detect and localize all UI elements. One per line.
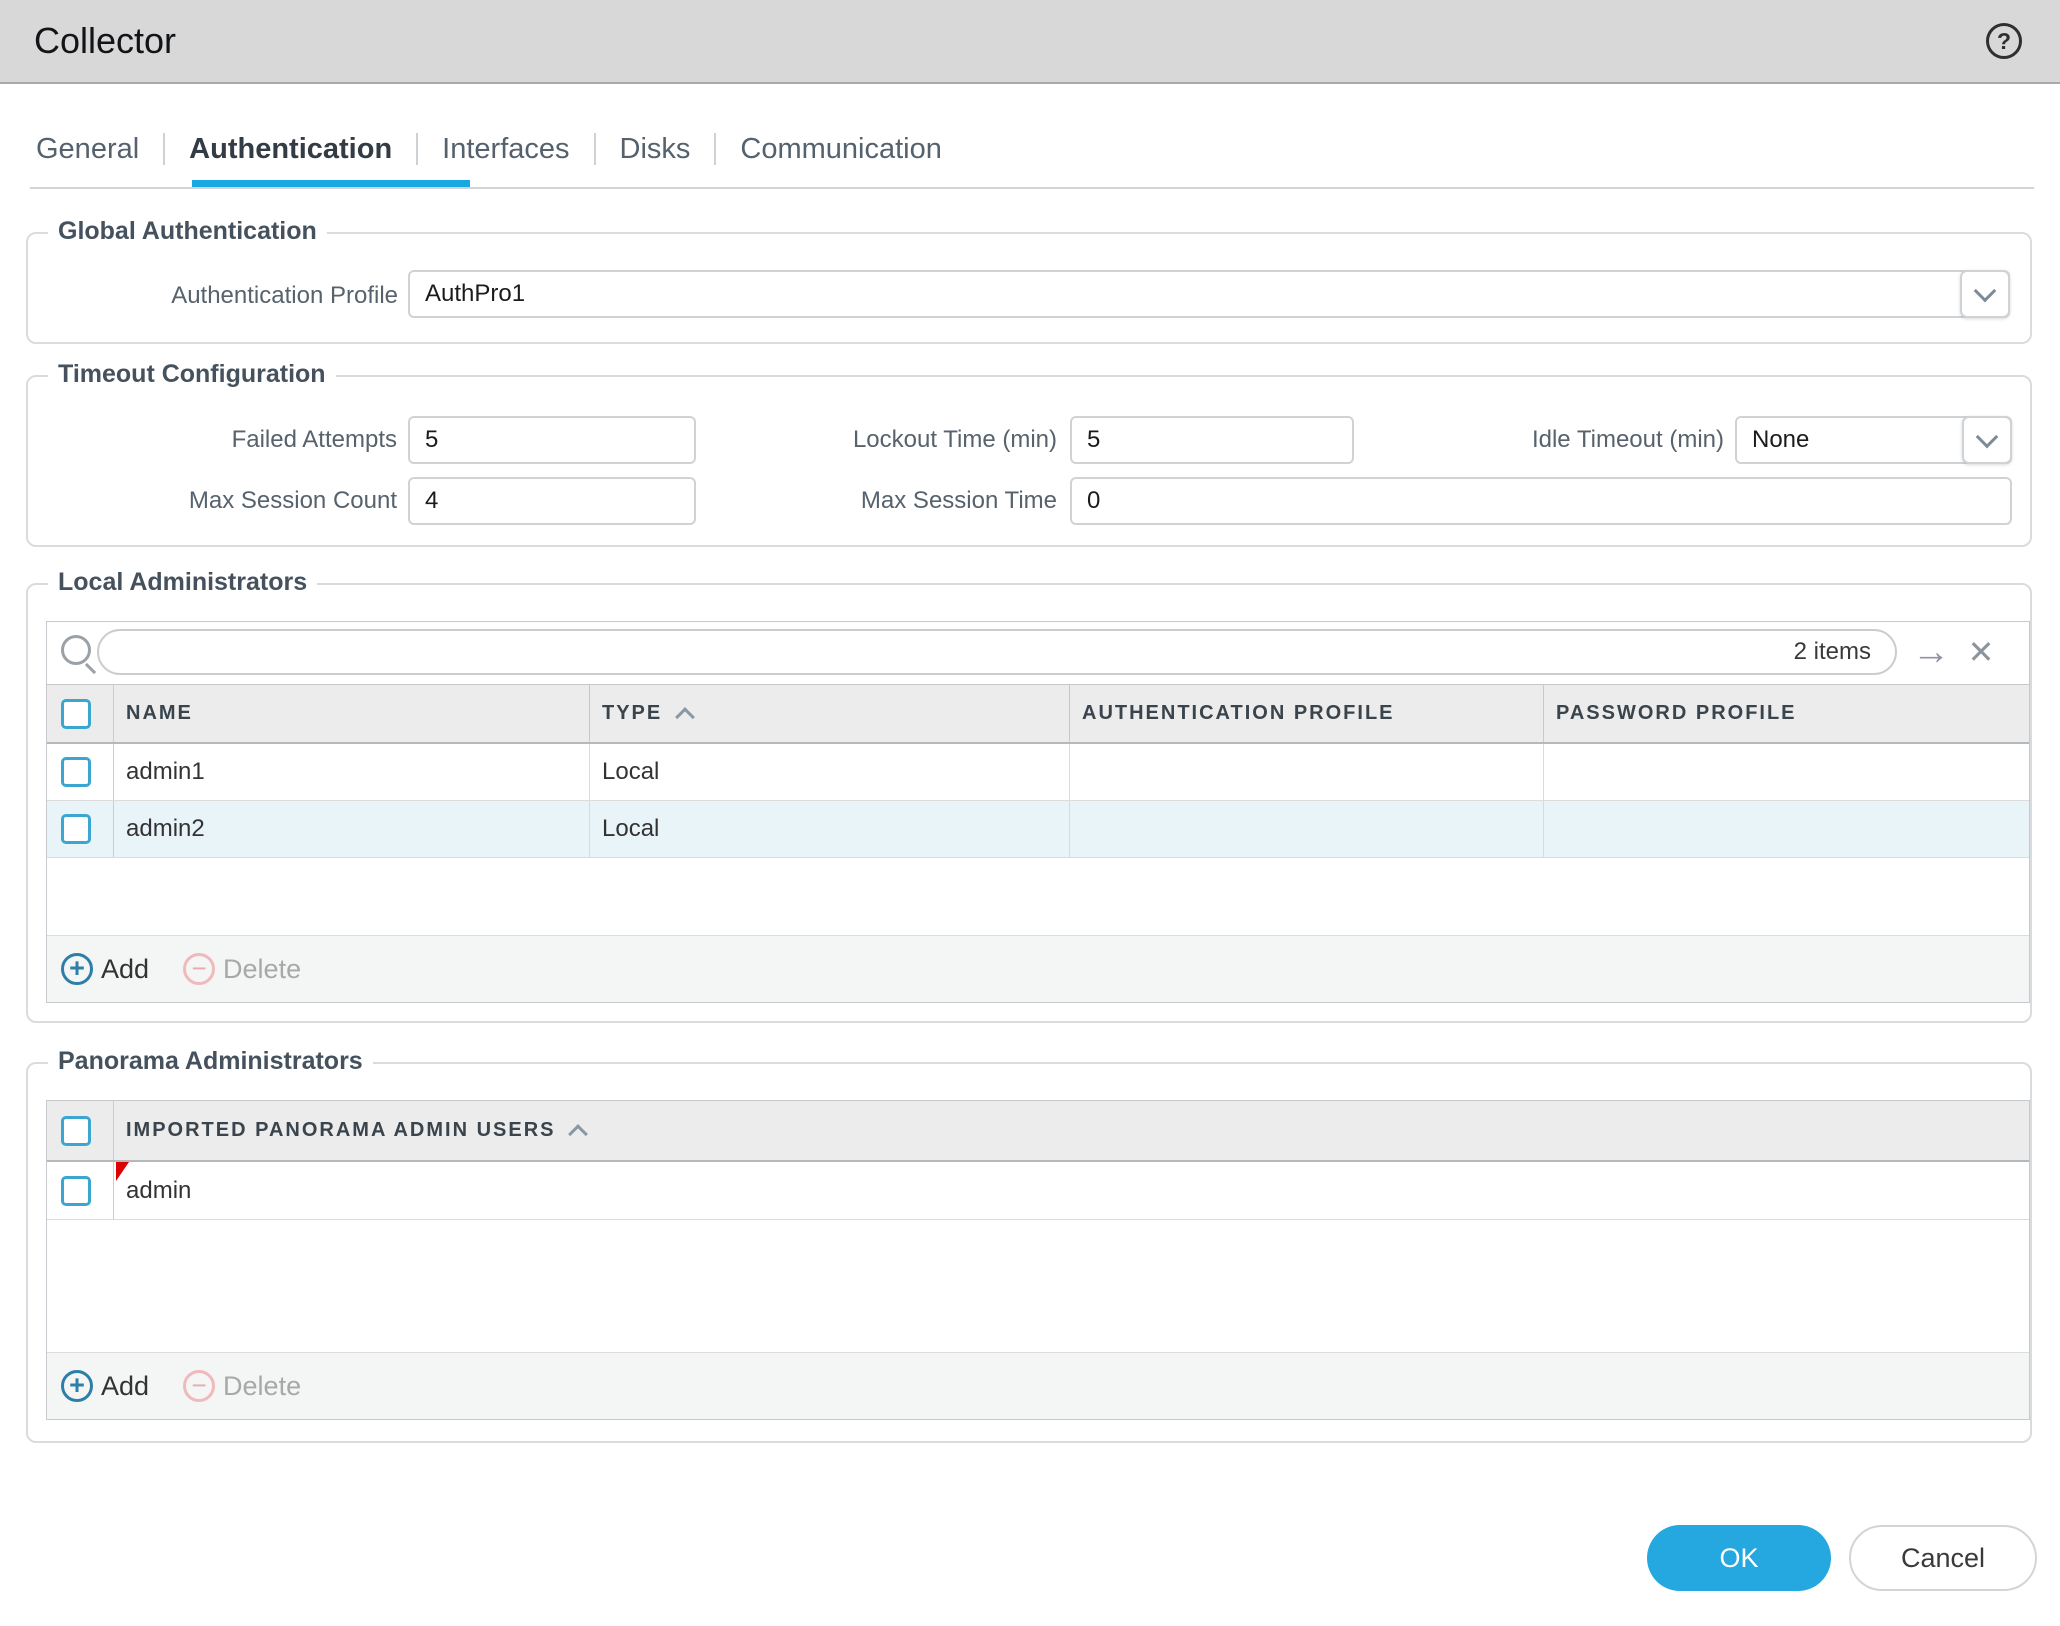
row-select-cell	[47, 744, 114, 800]
table-footer: Add Delete	[47, 1352, 2029, 1419]
tab-separator	[163, 133, 166, 165]
tab-authentication[interactable]: Authentication	[189, 133, 392, 166]
tab-separator	[593, 133, 596, 165]
row-select-cell	[47, 801, 114, 857]
max-session-count-input[interactable]: 4	[408, 477, 696, 525]
local-administrators-table: 2 items NAME TYPE AUTHENTICATION PROFILE…	[46, 621, 2030, 1003]
add-button[interactable]: Add	[101, 954, 149, 985]
failed-attempts-label: Failed Attempts	[231, 426, 397, 453]
cell-type: Local	[590, 801, 1070, 857]
select-all-cell	[47, 1101, 114, 1160]
add-icon[interactable]	[61, 1370, 93, 1402]
tab-general[interactable]: General	[36, 133, 139, 166]
delete-button[interactable]: Delete	[223, 1371, 301, 1402]
column-header-name[interactable]: NAME	[114, 685, 590, 742]
max-session-count-label: Max Session Count	[188, 487, 397, 514]
cell-name: admin	[126, 1176, 192, 1204]
delete-icon[interactable]	[183, 953, 216, 985]
clear-filter-icon[interactable]	[1961, 630, 2001, 674]
column-header-type[interactable]: TYPE	[590, 685, 1070, 742]
section-title: Panorama Administrators	[48, 1047, 373, 1076]
cell-password-profile	[1544, 801, 2029, 857]
authentication-profile-select[interactable]: AuthPro1	[408, 270, 2010, 318]
tab-interfaces[interactable]: Interfaces	[442, 133, 569, 166]
authentication-profile-label: Authentication Profile	[171, 282, 398, 309]
section-title: Local Administrators	[48, 568, 318, 597]
chevron-down-icon[interactable]	[1962, 416, 2012, 464]
table-search-bar: 2 items	[47, 622, 2029, 684]
cell-type: Local	[590, 744, 1070, 800]
failed-attempts-input[interactable]: 5	[408, 416, 696, 464]
add-icon[interactable]	[61, 953, 93, 985]
lockout-time-input[interactable]: 5	[1070, 416, 1354, 464]
table-row[interactable]: admin	[47, 1162, 2029, 1220]
table-header-row: IMPORTED PANORAMA ADMIN USERS	[47, 1101, 2029, 1162]
apply-filter-arrow-icon[interactable]	[1911, 630, 1951, 674]
lockout-time-label: Lockout Time (min)	[852, 426, 1057, 453]
dialog-header: Collector	[0, 0, 2060, 84]
collector-dialog: Collector General Authentication Interfa…	[0, 0, 2060, 1626]
idle-timeout-value: None	[1752, 426, 1810, 453]
row-checkbox[interactable]	[61, 814, 91, 844]
local-administrators-section: Local Administrators 2 items NAME TYPE A…	[26, 568, 2032, 1023]
tab-separator	[416, 133, 419, 165]
select-all-checkbox[interactable]	[61, 698, 91, 729]
cell-auth-profile	[1070, 744, 1544, 800]
column-header-auth-profile[interactable]: AUTHENTICATION PROFILE	[1070, 685, 1544, 742]
column-header-password-profile[interactable]: PASSWORD PROFILE	[1544, 685, 2029, 742]
table-row[interactable]: admin1 Local	[47, 744, 2029, 801]
section-title: Global Authentication	[48, 217, 327, 246]
table-empty-area	[47, 858, 2029, 935]
panorama-administrators-table: IMPORTED PANORAMA ADMIN USERS admin Add …	[46, 1100, 2030, 1420]
row-checkbox[interactable]	[61, 1175, 91, 1206]
active-tab-underline	[192, 180, 470, 187]
max-session-time-label: Max Session Time	[860, 487, 1057, 514]
add-button[interactable]: Add	[101, 1371, 149, 1402]
delete-icon[interactable]	[183, 1370, 216, 1402]
idle-timeout-label: Idle Timeout (min)	[1531, 426, 1724, 453]
column-header-imported-users[interactable]: IMPORTED PANORAMA ADMIN USERS	[114, 1101, 2029, 1160]
section-title: Timeout Configuration	[48, 360, 336, 389]
select-all-checkbox[interactable]	[61, 1115, 91, 1146]
items-count-badge: 2 items	[1793, 638, 1871, 665]
tab-bar-divider	[30, 187, 2034, 189]
cell-password-profile	[1544, 744, 2029, 800]
search-icon	[61, 635, 91, 665]
table-header-row: NAME TYPE AUTHENTICATION PROFILE PASSWOR…	[47, 684, 2029, 744]
cell-name: admin1	[114, 744, 590, 800]
table-row[interactable]: admin2 Local	[47, 801, 2029, 858]
cell-name: admin2	[114, 801, 590, 857]
dialog-title: Collector	[34, 20, 177, 61]
row-checkbox[interactable]	[61, 757, 91, 787]
tab-communication[interactable]: Communication	[740, 133, 941, 166]
table-footer: Add Delete	[47, 935, 2029, 1002]
timeout-configuration-section: Timeout Configuration Failed Attempts 5 …	[26, 360, 2032, 547]
idle-timeout-select[interactable]: None	[1735, 416, 2012, 464]
row-select-cell	[47, 1162, 114, 1219]
sort-asc-icon	[568, 1123, 589, 1144]
cancel-button[interactable]: Cancel	[1849, 1525, 2037, 1591]
tab-separator	[714, 133, 717, 165]
authentication-profile-value: AuthPro1	[425, 280, 526, 307]
global-authentication-section: Global Authentication Authentication Pro…	[26, 217, 2032, 344]
sort-asc-icon	[675, 706, 696, 727]
delete-button[interactable]: Delete	[223, 954, 301, 985]
chevron-down-icon[interactable]	[1960, 270, 2010, 318]
help-icon[interactable]	[1986, 23, 2022, 59]
max-session-time-input[interactable]: 0	[1070, 477, 2012, 525]
cell-auth-profile	[1070, 801, 1544, 857]
tab-bar: General Authentication Interfaces Disks …	[36, 120, 942, 178]
modified-flag-icon	[116, 1162, 129, 1181]
tab-disks[interactable]: Disks	[620, 133, 691, 166]
ok-button[interactable]: OK	[1647, 1525, 1831, 1591]
panorama-administrators-section: Panorama Administrators IMPORTED PANORAM…	[26, 1047, 2032, 1443]
search-input[interactable]: 2 items	[97, 629, 1897, 675]
select-all-cell	[47, 685, 114, 742]
table-empty-area	[47, 1220, 2029, 1352]
